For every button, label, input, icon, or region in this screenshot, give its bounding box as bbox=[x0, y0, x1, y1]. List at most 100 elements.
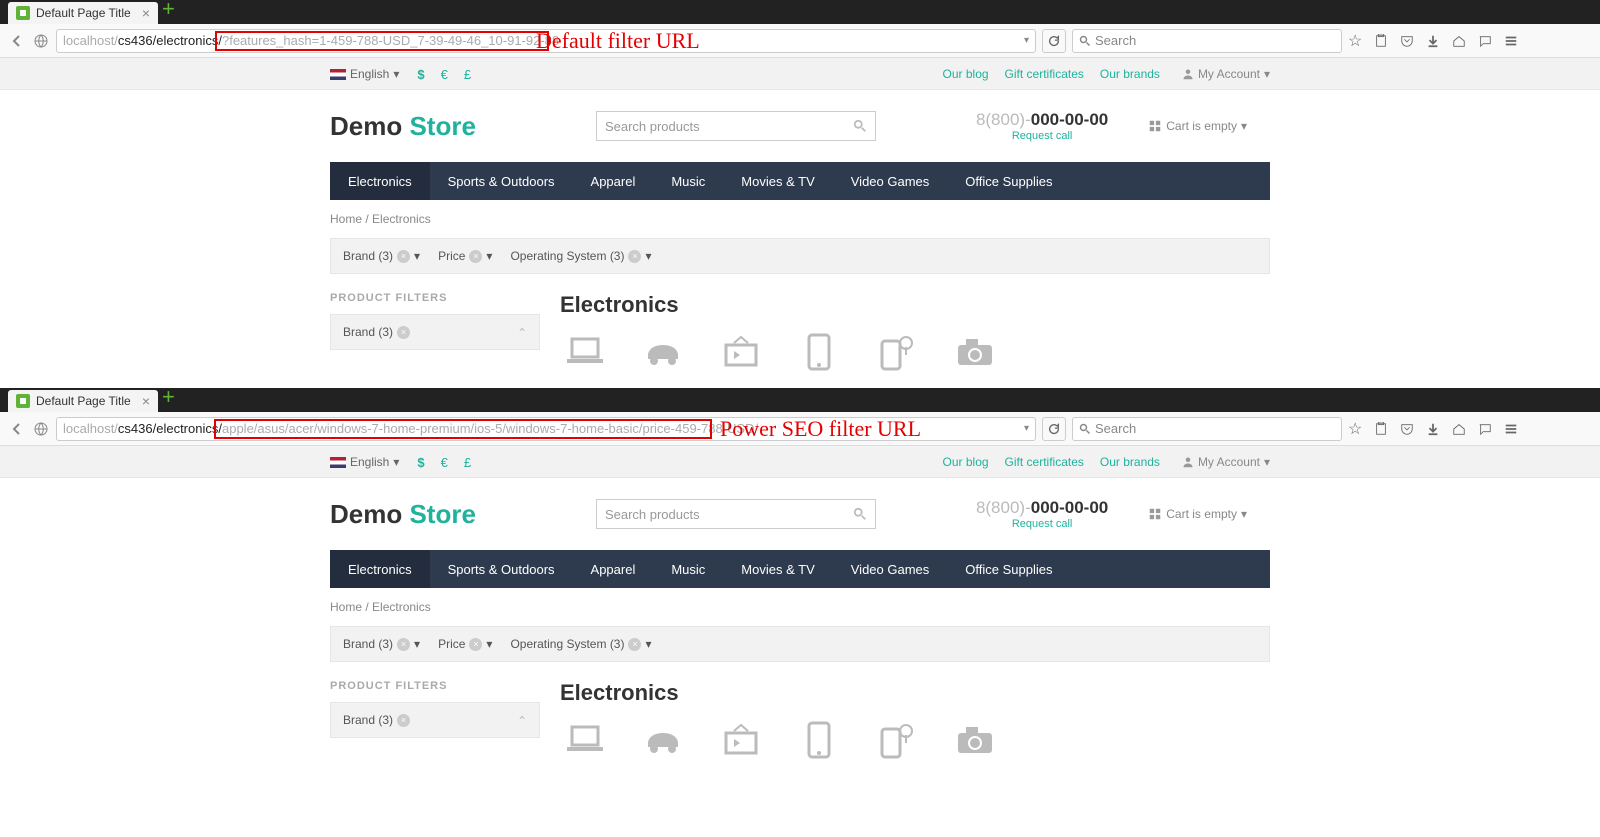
main-nav: Electronics Sports & Outdoors Apparel Mu… bbox=[330, 162, 1270, 200]
filter-price[interactable]: Price × ▾ bbox=[438, 249, 492, 263]
account-menu[interactable]: My Account ▾ bbox=[1182, 67, 1270, 81]
back-button[interactable] bbox=[8, 420, 26, 438]
clear-icon[interactable]: × bbox=[397, 250, 410, 263]
filter-brand[interactable]: Brand (3) × ▾ bbox=[343, 249, 420, 263]
clear-icon[interactable]: × bbox=[628, 638, 641, 651]
bookmark-star-icon[interactable]: ☆ bbox=[1348, 419, 1362, 439]
product-search-input[interactable]: Search products bbox=[596, 499, 876, 529]
car-icon[interactable] bbox=[638, 332, 688, 372]
filter-os[interactable]: Operating System (3) × ▾ bbox=[510, 249, 651, 263]
breadcrumb-home[interactable]: Home bbox=[330, 212, 362, 226]
reload-button[interactable] bbox=[1042, 417, 1066, 441]
topbar-links: Our blog Gift certificates Our brands bbox=[943, 67, 1160, 81]
bookmark-star-icon[interactable]: ☆ bbox=[1348, 31, 1362, 51]
clear-icon[interactable]: × bbox=[397, 714, 410, 727]
gps-icon[interactable] bbox=[872, 720, 922, 760]
link-brands[interactable]: Our brands bbox=[1100, 67, 1160, 81]
nav-item-games[interactable]: Video Games bbox=[833, 162, 948, 200]
browser-tab[interactable]: Default Page Title × bbox=[8, 390, 158, 412]
phone-icon[interactable] bbox=[794, 332, 844, 372]
account-menu[interactable]: My Account ▾ bbox=[1182, 455, 1270, 469]
breadcrumb: Home / Electronics bbox=[330, 600, 1270, 614]
sidebar-filter-brand[interactable]: Brand (3)× ⌄ bbox=[330, 314, 540, 350]
laptop-icon[interactable] bbox=[560, 720, 610, 760]
close-tab-icon[interactable]: × bbox=[142, 5, 150, 21]
nav-item-music[interactable]: Music bbox=[653, 162, 723, 200]
link-brands[interactable]: Our brands bbox=[1100, 455, 1160, 469]
currency-selector[interactable]: $ € £ bbox=[417, 67, 471, 82]
link-gift[interactable]: Gift certificates bbox=[1005, 67, 1084, 81]
language-selector[interactable]: English ▾ bbox=[330, 67, 399, 81]
cart-button[interactable]: Cart is empty ▾ bbox=[1148, 507, 1247, 521]
phone-icon[interactable] bbox=[794, 720, 844, 760]
browser-search-box[interactable]: Search bbox=[1072, 417, 1342, 441]
clipboard-icon[interactable] bbox=[1374, 34, 1388, 48]
sidebar-filter-brand[interactable]: Brand (3)× ⌄ bbox=[330, 702, 540, 738]
url-dropdown-icon[interactable]: ▾ bbox=[1024, 423, 1029, 434]
nav-item-sports[interactable]: Sports & Outdoors bbox=[430, 162, 573, 200]
link-blog[interactable]: Our blog bbox=[943, 67, 989, 81]
laptop-icon[interactable] bbox=[560, 332, 610, 372]
tv-icon[interactable] bbox=[716, 332, 766, 372]
request-call-link[interactable]: Request call bbox=[976, 518, 1108, 530]
logo[interactable]: Demo Store bbox=[330, 499, 476, 530]
logo[interactable]: Demo Store bbox=[330, 111, 476, 142]
filter-price[interactable]: Price × ▾ bbox=[438, 637, 492, 651]
browser-search-box[interactable]: Search bbox=[1072, 29, 1342, 53]
link-gift[interactable]: Gift certificates bbox=[1005, 455, 1084, 469]
nav-item-sports[interactable]: Sports & Outdoors bbox=[430, 550, 573, 588]
nav-item-movies[interactable]: Movies & TV bbox=[723, 162, 832, 200]
active-filters-bar: Brand (3) × ▾ Price × ▾ Operating System… bbox=[330, 626, 1270, 662]
new-tab-button[interactable]: + bbox=[162, 388, 175, 410]
chevron-up-icon[interactable]: ⌄ bbox=[517, 713, 527, 727]
clear-icon[interactable]: × bbox=[397, 638, 410, 651]
camera-icon[interactable] bbox=[950, 332, 1000, 372]
home-icon[interactable] bbox=[1452, 422, 1466, 436]
car-icon[interactable] bbox=[638, 720, 688, 760]
nav-item-electronics[interactable]: Electronics bbox=[330, 550, 430, 588]
clipboard-icon[interactable] bbox=[1374, 422, 1388, 436]
home-icon[interactable] bbox=[1452, 34, 1466, 48]
cart-button[interactable]: Cart is empty ▾ bbox=[1148, 119, 1247, 133]
clear-icon[interactable]: × bbox=[397, 326, 410, 339]
language-selector[interactable]: English ▾ bbox=[330, 455, 399, 469]
link-blog[interactable]: Our blog bbox=[943, 455, 989, 469]
clear-icon[interactable]: × bbox=[628, 250, 641, 263]
nav-item-music[interactable]: Music bbox=[653, 550, 723, 588]
nav-item-electronics[interactable]: Electronics bbox=[330, 162, 430, 200]
nav-item-games[interactable]: Video Games bbox=[833, 550, 948, 588]
menu-icon[interactable] bbox=[1504, 422, 1518, 436]
menu-icon[interactable] bbox=[1504, 34, 1518, 48]
gps-icon[interactable] bbox=[872, 332, 922, 372]
chevron-up-icon[interactable]: ⌄ bbox=[517, 325, 527, 339]
browser-tab[interactable]: Default Page Title × bbox=[8, 2, 158, 24]
breadcrumb-home[interactable]: Home bbox=[330, 600, 362, 614]
currency-selector[interactable]: $ € £ bbox=[417, 455, 471, 470]
tv-icon[interactable] bbox=[716, 720, 766, 760]
nav-item-office[interactable]: Office Supplies bbox=[947, 162, 1070, 200]
pocket-icon[interactable] bbox=[1400, 422, 1414, 436]
chat-icon[interactable] bbox=[1478, 34, 1492, 48]
camera-icon[interactable] bbox=[950, 720, 1000, 760]
reload-button[interactable] bbox=[1042, 29, 1066, 53]
clear-icon[interactable]: × bbox=[469, 638, 482, 651]
close-tab-icon[interactable]: × bbox=[142, 393, 150, 409]
download-icon[interactable] bbox=[1426, 34, 1440, 48]
nav-item-apparel[interactable]: Apparel bbox=[573, 550, 654, 588]
pocket-icon[interactable] bbox=[1400, 34, 1414, 48]
back-button[interactable] bbox=[8, 32, 26, 50]
clear-icon[interactable]: × bbox=[469, 250, 482, 263]
url-dropdown-icon[interactable]: ▾ bbox=[1024, 35, 1029, 46]
nav-item-office[interactable]: Office Supplies bbox=[947, 550, 1070, 588]
download-icon[interactable] bbox=[1426, 422, 1440, 436]
nav-item-apparel[interactable]: Apparel bbox=[573, 162, 654, 200]
product-search-input[interactable]: Search products bbox=[596, 111, 876, 141]
chat-icon[interactable] bbox=[1478, 422, 1492, 436]
filter-os[interactable]: Operating System (3) × ▾ bbox=[510, 637, 651, 651]
nav-item-movies[interactable]: Movies & TV bbox=[723, 550, 832, 588]
new-tab-button[interactable]: + bbox=[162, 0, 175, 22]
search-icon[interactable] bbox=[853, 507, 867, 521]
filter-brand[interactable]: Brand (3) × ▾ bbox=[343, 637, 420, 651]
search-icon[interactable] bbox=[853, 119, 867, 133]
request-call-link[interactable]: Request call bbox=[976, 130, 1108, 142]
